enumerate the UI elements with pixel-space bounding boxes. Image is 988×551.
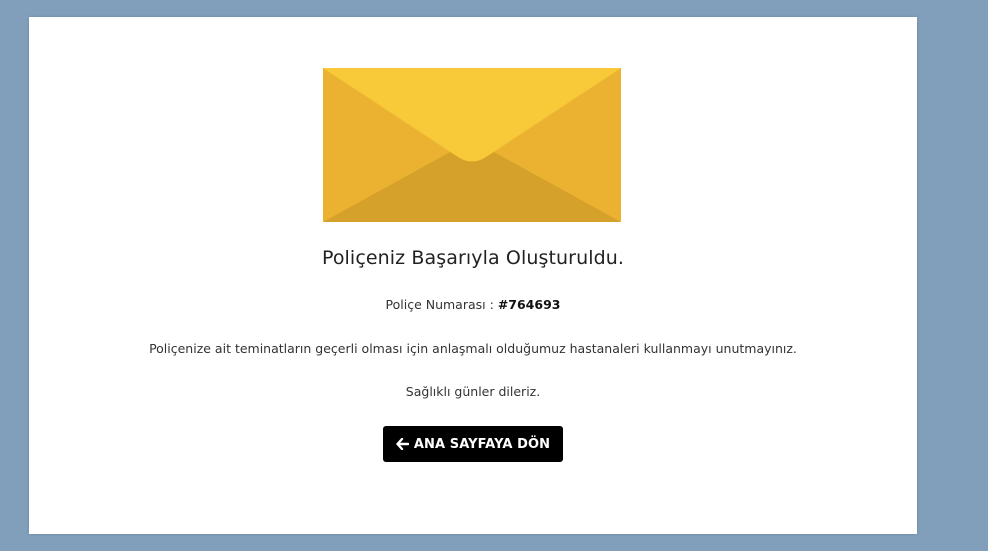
policy-number-line: Poliçe Numarası : #764693 xyxy=(29,297,917,312)
envelope-icon xyxy=(323,68,621,222)
back-to-home-button[interactable]: ANA SAYFAYA DÖN xyxy=(383,426,563,462)
policy-number-value: #764693 xyxy=(497,297,561,312)
page-title: Poliçeniz Başarıyla Oluşturuldu. xyxy=(321,247,625,269)
wish-text: Sağlıklı günler dileriz. xyxy=(405,384,541,399)
back-to-home-label: ANA SAYFAYA DÖN xyxy=(413,436,551,452)
coverage-info-text: Poliçenize ait teminatların geçerli olma… xyxy=(149,341,797,356)
arrow-left-icon xyxy=(396,438,409,450)
policy-number-label: Poliçe Numarası : xyxy=(385,297,494,312)
success-card: Poliçeniz Başarıyla Oluşturuldu. Poliçe … xyxy=(29,17,917,534)
